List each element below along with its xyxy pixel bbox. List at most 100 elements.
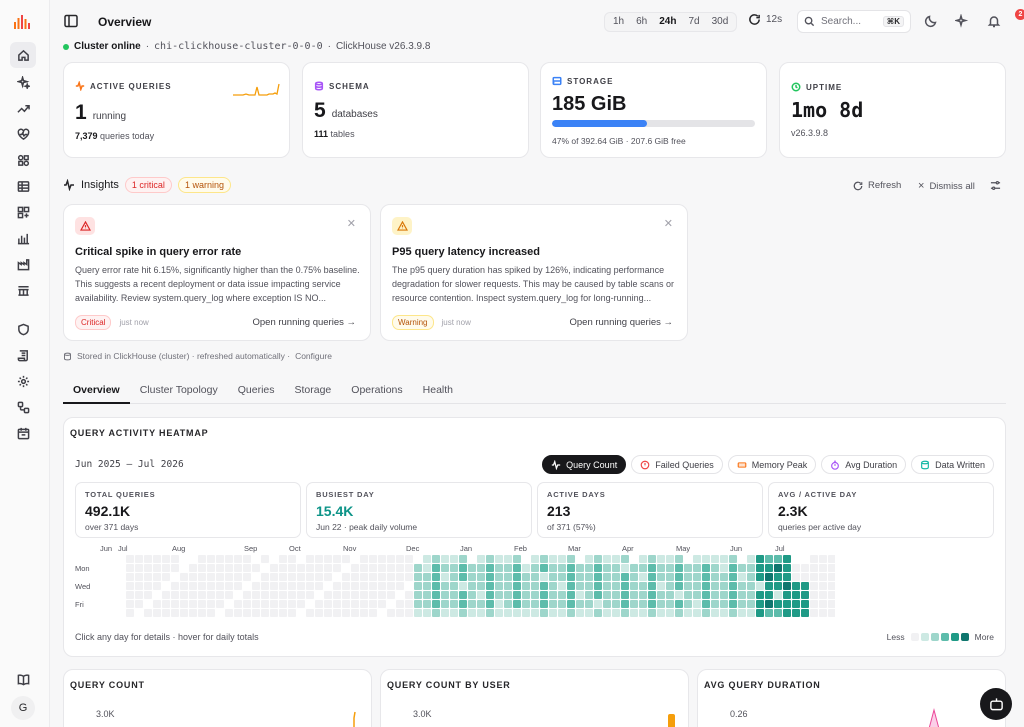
heatmap-day-cell[interactable] [279, 573, 287, 581]
heatmap-day-cell[interactable] [234, 555, 242, 563]
heatmap-day-cell[interactable] [630, 609, 638, 617]
heatmap-day-cell[interactable] [189, 609, 197, 617]
heatmap-day-cell[interactable] [351, 591, 359, 599]
heatmap-day-cell[interactable] [198, 609, 206, 617]
heatmap-day-cell[interactable] [522, 609, 530, 617]
heatmap-day-cell[interactable] [198, 582, 206, 590]
heatmap-day-cell[interactable] [189, 600, 197, 608]
heatmap-day-cell[interactable] [594, 582, 602, 590]
heatmap-day-cell[interactable] [243, 573, 251, 581]
heatmap-day-cell[interactable] [207, 555, 215, 563]
heatmap-day-cell[interactable] [594, 555, 602, 563]
heatmap-day-cell[interactable] [675, 600, 683, 608]
heatmap-day-cell[interactable] [342, 591, 350, 599]
heatmap-day-cell[interactable] [495, 555, 503, 563]
heatmap-day-cell[interactable] [144, 609, 152, 617]
heatmap-day-cell[interactable] [540, 582, 548, 590]
activity-heatmap-grid[interactable]: Jun Jul Aug Sep Oct Nov Dec Jan Feb Mar Apr May Jun J… [75, 543, 835, 627]
heatmap-day-cell[interactable] [810, 600, 818, 608]
heatmap-day-cell[interactable] [171, 600, 179, 608]
heatmap-day-cell[interactable] [567, 600, 575, 608]
heatmap-day-cell[interactable] [216, 600, 224, 608]
heatmap-day-cell[interactable] [306, 555, 314, 563]
heatmap-day-cell[interactable] [639, 555, 647, 563]
heatmap-day-cell[interactable] [711, 582, 719, 590]
heatmap-day-cell[interactable] [360, 573, 368, 581]
heatmap-day-cell[interactable] [558, 564, 566, 572]
heatmap-day-cell[interactable] [675, 555, 683, 563]
heatmap-day-cell[interactable] [180, 600, 188, 608]
heatmap-day-cell[interactable] [261, 600, 269, 608]
heatmap-day-cell[interactable] [486, 582, 494, 590]
heatmap-day-cell[interactable] [144, 555, 152, 563]
heatmap-day-cell[interactable] [720, 600, 728, 608]
heatmap-day-cell[interactable] [342, 609, 350, 617]
heatmap-day-cell[interactable] [819, 600, 827, 608]
heatmap-day-cell[interactable] [531, 582, 539, 590]
active-queries-card[interactable]: ACTIVE QUERIES 1 running 7,379 queries to… [63, 62, 290, 158]
heatmap-day-cell[interactable] [702, 573, 710, 581]
heatmap-day-cell[interactable] [378, 564, 386, 572]
heatmap-day-cell[interactable] [693, 591, 701, 599]
metric-query-count[interactable]: Query Count [542, 455, 627, 474]
heatmap-day-cell[interactable] [297, 582, 305, 590]
heatmap-day-cell[interactable] [540, 609, 548, 617]
heatmap-day-cell[interactable] [675, 591, 683, 599]
heatmap-day-cell[interactable] [243, 600, 251, 608]
heatmap-day-cell[interactable] [639, 591, 647, 599]
heatmap-day-cell[interactable] [774, 582, 782, 590]
heatmap-day-cell[interactable] [693, 555, 701, 563]
heatmap-day-cell[interactable] [693, 582, 701, 590]
heatmap-day-cell[interactable] [288, 591, 296, 599]
tab-operations[interactable]: Operations [341, 380, 412, 404]
heatmap-day-cell[interactable] [189, 564, 197, 572]
heatmap-day-cell[interactable] [504, 582, 512, 590]
heatmap-day-cell[interactable] [306, 582, 314, 590]
heatmap-day-cell[interactable] [243, 555, 251, 563]
heatmap-day-cell[interactable] [639, 582, 647, 590]
heatmap-day-cell[interactable] [432, 591, 440, 599]
heatmap-day-cell[interactable] [801, 573, 809, 581]
metric-avg-duration[interactable]: Avg Duration [821, 455, 907, 474]
heatmap-day-cell[interactable] [459, 573, 467, 581]
heatmap-day-cell[interactable] [297, 573, 305, 581]
heatmap-day-cell[interactable] [612, 555, 620, 563]
heatmap-day-cell[interactable] [612, 564, 620, 572]
heatmap-day-cell[interactable] [765, 600, 773, 608]
heatmap-day-cell[interactable] [774, 573, 782, 581]
heatmap-day-cell[interactable] [423, 591, 431, 599]
heatmap-day-cell[interactable] [810, 582, 818, 590]
heatmap-day-cell[interactable] [603, 582, 611, 590]
open-running-queries-link[interactable]: Open running queries → [252, 317, 356, 328]
heatmap-day-cell[interactable] [549, 555, 557, 563]
heatmap-day-cell[interactable] [216, 573, 224, 581]
heatmap-day-cell[interactable] [711, 591, 719, 599]
heatmap-day-cell[interactable] [774, 609, 782, 617]
configure-link[interactable]: Configure [295, 351, 332, 361]
heatmap-day-cell[interactable] [513, 591, 521, 599]
heatmap-day-cell[interactable] [765, 591, 773, 599]
heatmap-day-cell[interactable] [414, 600, 422, 608]
heatmap-day-cell[interactable] [162, 564, 170, 572]
sparkles-icon[interactable] [13, 72, 33, 92]
heatmap-day-cell[interactable] [756, 564, 764, 572]
heatmap-day-cell[interactable] [243, 564, 251, 572]
heatmap-day-cell[interactable] [567, 564, 575, 572]
range-7d[interactable]: 7d [682, 14, 705, 30]
heatmap-day-cell[interactable] [306, 591, 314, 599]
heatmap-day-cell[interactable] [153, 600, 161, 608]
range-1h[interactable]: 1h [607, 14, 630, 30]
heatmap-day-cell[interactable] [585, 582, 593, 590]
heatmap-day-cell[interactable] [540, 600, 548, 608]
heatmap-day-cell[interactable] [666, 600, 674, 608]
dismiss-insight-close-icon[interactable]: ✕ [347, 217, 356, 230]
heatmap-day-cell[interactable] [522, 564, 530, 572]
heatmap-day-cell[interactable] [774, 600, 782, 608]
heatmap-day-cell[interactable] [189, 582, 197, 590]
heatmap-day-cell[interactable] [261, 591, 269, 599]
heatmap-day-cell[interactable] [144, 573, 152, 581]
heatmap-day-cell[interactable] [531, 564, 539, 572]
table-icon[interactable] [13, 176, 33, 196]
heatmap-day-cell[interactable] [603, 573, 611, 581]
heatmap-day-cell[interactable] [477, 582, 485, 590]
